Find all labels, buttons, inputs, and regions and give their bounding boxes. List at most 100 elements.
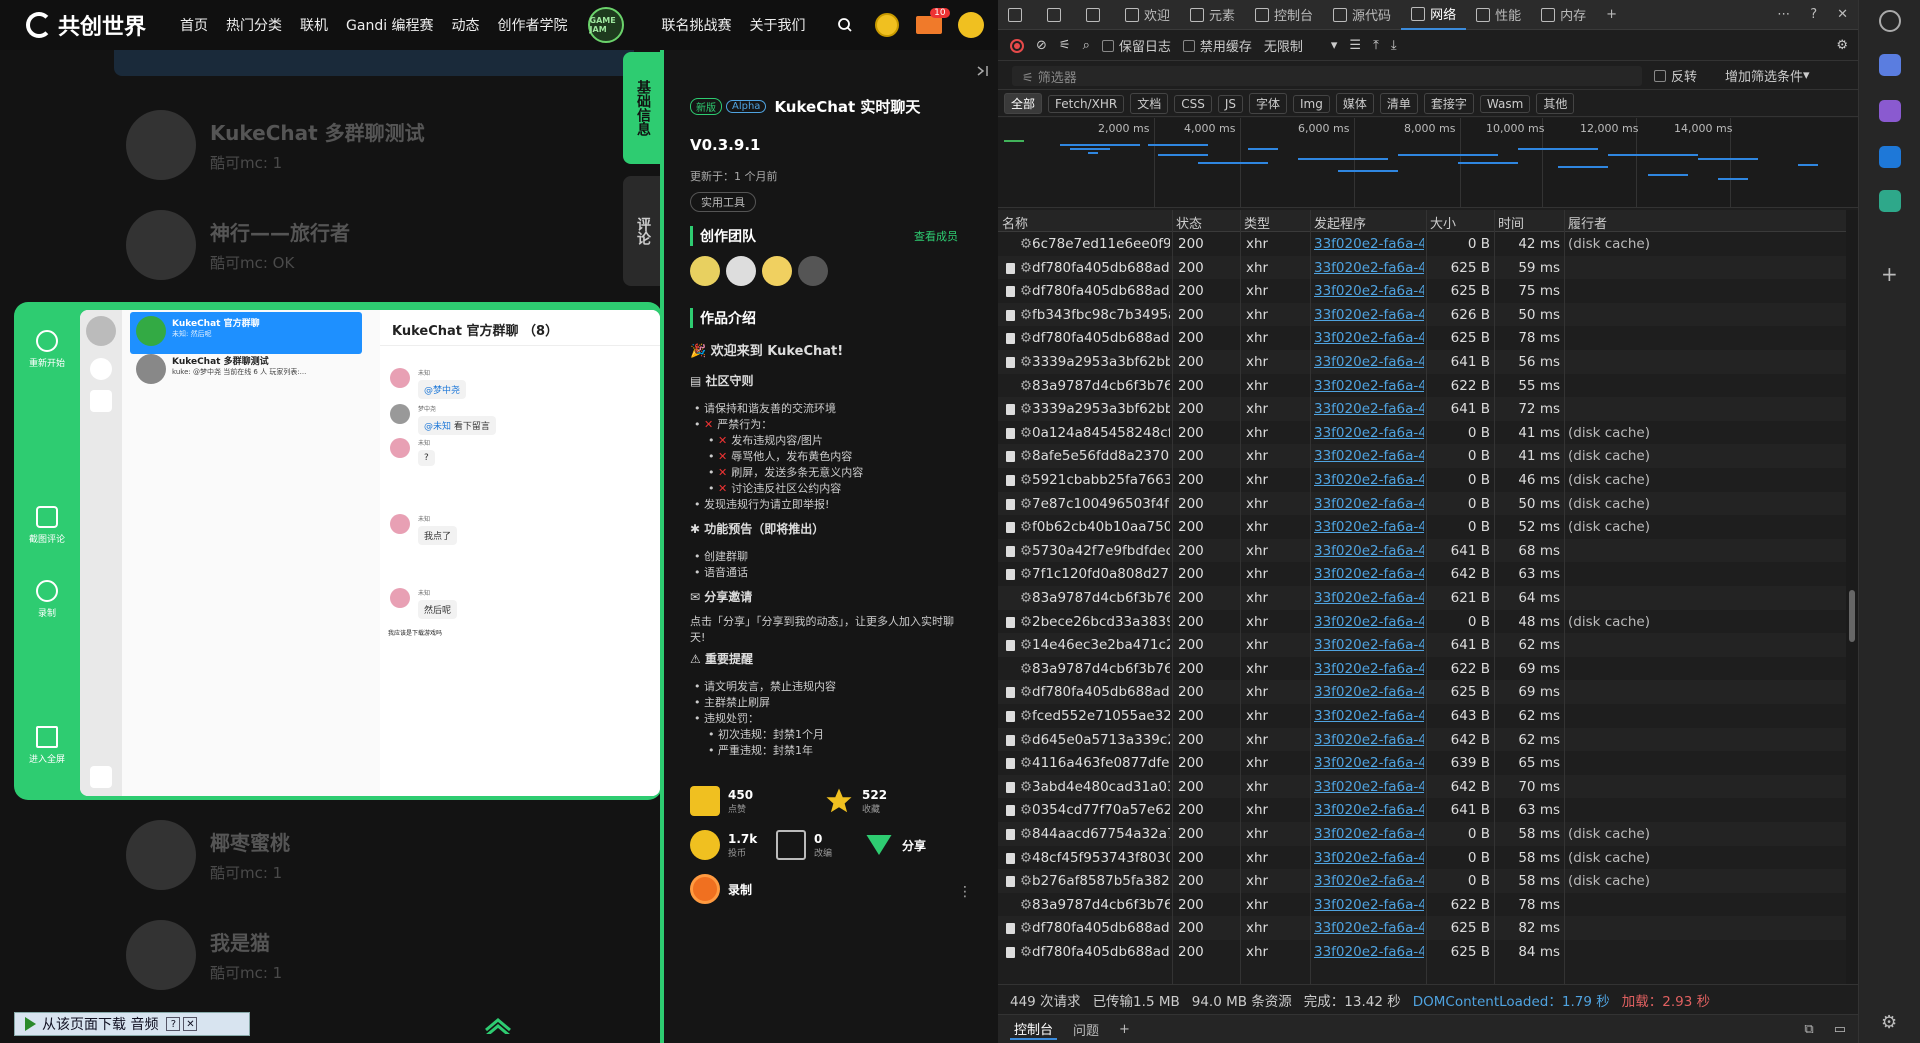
request-initiator[interactable]: 33f020e2-fa6a-40e5- (1314, 283, 1424, 299)
column-divider[interactable] (1240, 210, 1241, 984)
request-name[interactable]: 14e46ec3e2ba471c2adf... (1032, 637, 1170, 653)
column-divider[interactable] (1172, 210, 1173, 984)
table-row[interactable]: ⚙3abd4e480cad31a036c7... 200 xhr 33f020e2-f… (998, 774, 1846, 799)
table-row[interactable]: ⚙d645e0a5713a339c2ce0... 200 xhr 33f020e2-f… (998, 727, 1846, 752)
drawer-tab-issues[interactable]: 问题 (1069, 1020, 1103, 1039)
search-icon[interactable] (1879, 10, 1901, 32)
disable-cache-checkbox[interactable]: 禁用缓存 (1182, 36, 1252, 55)
request-name[interactable]: 2bece26bcd33a3839fd7... (1032, 614, 1170, 630)
column-header-2[interactable]: 类型 (1244, 213, 1270, 232)
list-item[interactable]: 神行——旅行者 酷可mc: OK (126, 210, 350, 280)
nav-item-4[interactable]: 动态 (452, 15, 480, 35)
type-filter-4[interactable]: JS (1217, 94, 1243, 113)
request-name[interactable]: 5730a42f7e9fbdfdec67f... (1032, 543, 1170, 559)
conversation-item-multi[interactable]: KukeChat 多群聊测试 kuke: @梦中尧 当前在线 6 人 玩家列表:… (130, 350, 362, 398)
list-item[interactable]: 椰枣蜜桃 酷可mc: 1 (126, 820, 290, 890)
devtools-tab-4[interactable]: 网络 (1401, 0, 1467, 30)
request-initiator[interactable]: 33f020e2-fa6a-40e5- (1314, 944, 1424, 960)
request-name[interactable]: 5921cbabb25fa766398a... (1032, 472, 1170, 488)
request-initiator[interactable]: 33f020e2-fa6a-40e5- (1314, 307, 1424, 323)
request-initiator[interactable]: 33f020e2-fa6a-40e5- (1314, 897, 1424, 913)
devtools-tab-1[interactable]: 元素 (1180, 0, 1245, 30)
avatar[interactable] (798, 256, 828, 286)
request-initiator[interactable]: 33f020e2-fa6a-40e5- (1314, 826, 1424, 842)
add-drawer-tab-icon[interactable]: + (1115, 1022, 1134, 1037)
table-row[interactable]: ⚙3339a2953a3bf62bb80e... 200 xhr 33f020e2-f… (998, 397, 1846, 421)
request-initiator[interactable]: 33f020e2-fa6a-40e5- (1314, 330, 1424, 346)
screenshot-comment-button[interactable]: 截图评论 (14, 506, 80, 545)
nav-item-challenge[interactable]: 联名挑战赛 (662, 15, 732, 35)
request-name[interactable]: df780fa405db688ad95b... (1032, 684, 1170, 700)
view-members-link[interactable]: 查看成员 (914, 228, 958, 244)
contacts-icon[interactable] (90, 390, 112, 412)
table-row[interactable]: ⚙df780fa405db688ad95b... 200 xhr 33f020e2-f… (998, 326, 1846, 350)
request-initiator[interactable]: 33f020e2-fa6a-40e5- (1314, 590, 1424, 606)
chat-icon[interactable] (90, 358, 112, 380)
outlook-icon[interactable] (1879, 146, 1901, 168)
type-filter-3[interactable]: CSS (1174, 94, 1212, 113)
more-icon[interactable]: ⋯ (1767, 0, 1800, 30)
table-row[interactable]: ⚙df780fa405db688ad95b... 200 xhr 33f020e2-f… (998, 680, 1846, 704)
more-filters-dropdown[interactable]: 增加筛选条件 ▾ (1725, 66, 1810, 85)
add-tab-icon[interactable]: + (1596, 0, 1627, 30)
nav-item-5[interactable]: 创作者学院 (498, 15, 568, 35)
device-icon[interactable] (1037, 0, 1076, 30)
request-initiator[interactable]: 33f020e2-fa6a-40e5- (1314, 543, 1424, 559)
table-row[interactable]: ⚙6c78e7ed11e6ee0f9395... 200 xhr 33f020e2-f… (998, 232, 1846, 256)
column-divider[interactable] (1426, 210, 1427, 984)
request-name[interactable]: 8afe5e56fdd8a2370bb1... (1032, 448, 1170, 464)
type-filter-1[interactable]: Fetch/XHR (1048, 94, 1125, 113)
column-divider[interactable] (1564, 210, 1565, 984)
request-name[interactable]: df780fa405db688ad95b... (1032, 283, 1170, 299)
table-scrollbar[interactable] (1846, 210, 1858, 984)
devtools-tab-2[interactable]: 控制台 (1245, 0, 1323, 30)
fullscreen-button[interactable]: 进入全屏 (14, 726, 80, 765)
audio-download-bar[interactable]: 从该页面下载 音频 ? ✕ (14, 1012, 250, 1036)
close-drawer-icon[interactable]: ▭ (1830, 1022, 1850, 1037)
request-initiator[interactable]: 33f020e2-fa6a-40e5- (1314, 732, 1424, 748)
chevron-up-icon[interactable] (484, 1014, 512, 1038)
game-jam-icon[interactable]: GAME JAM (587, 7, 624, 43)
request-initiator[interactable]: 33f020e2-fa6a-40e5- (1314, 401, 1424, 417)
download-icon[interactable]: ⤓ (1391, 38, 1397, 53)
request-initiator[interactable]: 33f020e2-fa6a-40e5- (1314, 920, 1424, 936)
drop-icon[interactable] (1879, 190, 1901, 212)
request-initiator[interactable]: 33f020e2-fa6a-40e5- (1314, 496, 1424, 512)
avatar[interactable] (762, 256, 792, 286)
restart-button[interactable]: 重新开始 (14, 330, 80, 369)
column-header-0[interactable]: 名称 (1002, 213, 1028, 232)
link-icon[interactable] (90, 766, 112, 788)
table-row[interactable]: ⚙83a9787d4cb6f3b7632b... 200 xhr 33f020e2-f… (998, 373, 1846, 398)
dock-icon[interactable]: ⧉ (1800, 1022, 1817, 1037)
request-initiator[interactable]: 33f020e2-fa6a-40e5- (1314, 236, 1424, 252)
request-name[interactable]: 83a9787d4cb6f3b7632b... (1032, 661, 1170, 677)
table-row[interactable]: ⚙df780fa405db688ad95b... 200 xhr 33f020e2-f… (998, 279, 1846, 303)
search-icon[interactable] (832, 12, 858, 38)
request-initiator[interactable]: 33f020e2-fa6a-40e5- (1314, 614, 1424, 630)
column-divider[interactable] (1494, 210, 1495, 984)
table-row[interactable]: ⚙fb343fbc98c7b3495aa9... 200 xhr 33f020e2-f… (998, 302, 1846, 327)
column-header-4[interactable]: 大小 (1430, 213, 1456, 232)
mention[interactable]: @梦中尧 (424, 386, 460, 396)
request-initiator[interactable]: 33f020e2-fa6a-40e5- (1314, 378, 1424, 394)
games-icon[interactable] (1879, 100, 1901, 122)
category-chip[interactable]: 实用工具 (690, 192, 756, 212)
request-initiator[interactable]: 33f020e2-fa6a-40e5- (1314, 755, 1424, 771)
like-button[interactable]: 450 点赞 (690, 786, 753, 816)
coin-button[interactable]: 1.7k 投币 (690, 830, 757, 860)
column-header-1[interactable]: 状态 (1176, 213, 1202, 232)
user-avatar[interactable] (957, 12, 984, 38)
table-row[interactable]: ⚙48cf45f953743f8030889... 200 xhr 33f020e2-… (998, 845, 1846, 870)
upload-icon[interactable]: ⤒ (1373, 38, 1379, 53)
request-initiator[interactable]: 33f020e2-fa6a-40e5- (1314, 708, 1424, 724)
table-row[interactable]: ⚙5730a42f7e9fbdfdec67f... 200 xhr 33f020e2-… (998, 538, 1846, 563)
request-initiator[interactable]: 33f020e2-fa6a-40e5- (1314, 566, 1424, 582)
filter-icon[interactable]: ⚟ (1059, 38, 1071, 53)
scrollbar-thumb[interactable] (1849, 590, 1855, 642)
table-row[interactable]: ⚙83a9787d4cb6f3b7632b... 200 xhr 33f020e2-f… (998, 892, 1846, 917)
collapse-icon[interactable] (976, 62, 990, 76)
column-header-6[interactable]: 履行者 (1568, 213, 1607, 232)
request-name[interactable]: df780fa405db688ad95b... (1032, 944, 1170, 960)
record-button[interactable]: 录制 (14, 580, 80, 619)
request-name[interactable]: 6c78e7ed11e6ee0f9395... (1032, 236, 1170, 252)
